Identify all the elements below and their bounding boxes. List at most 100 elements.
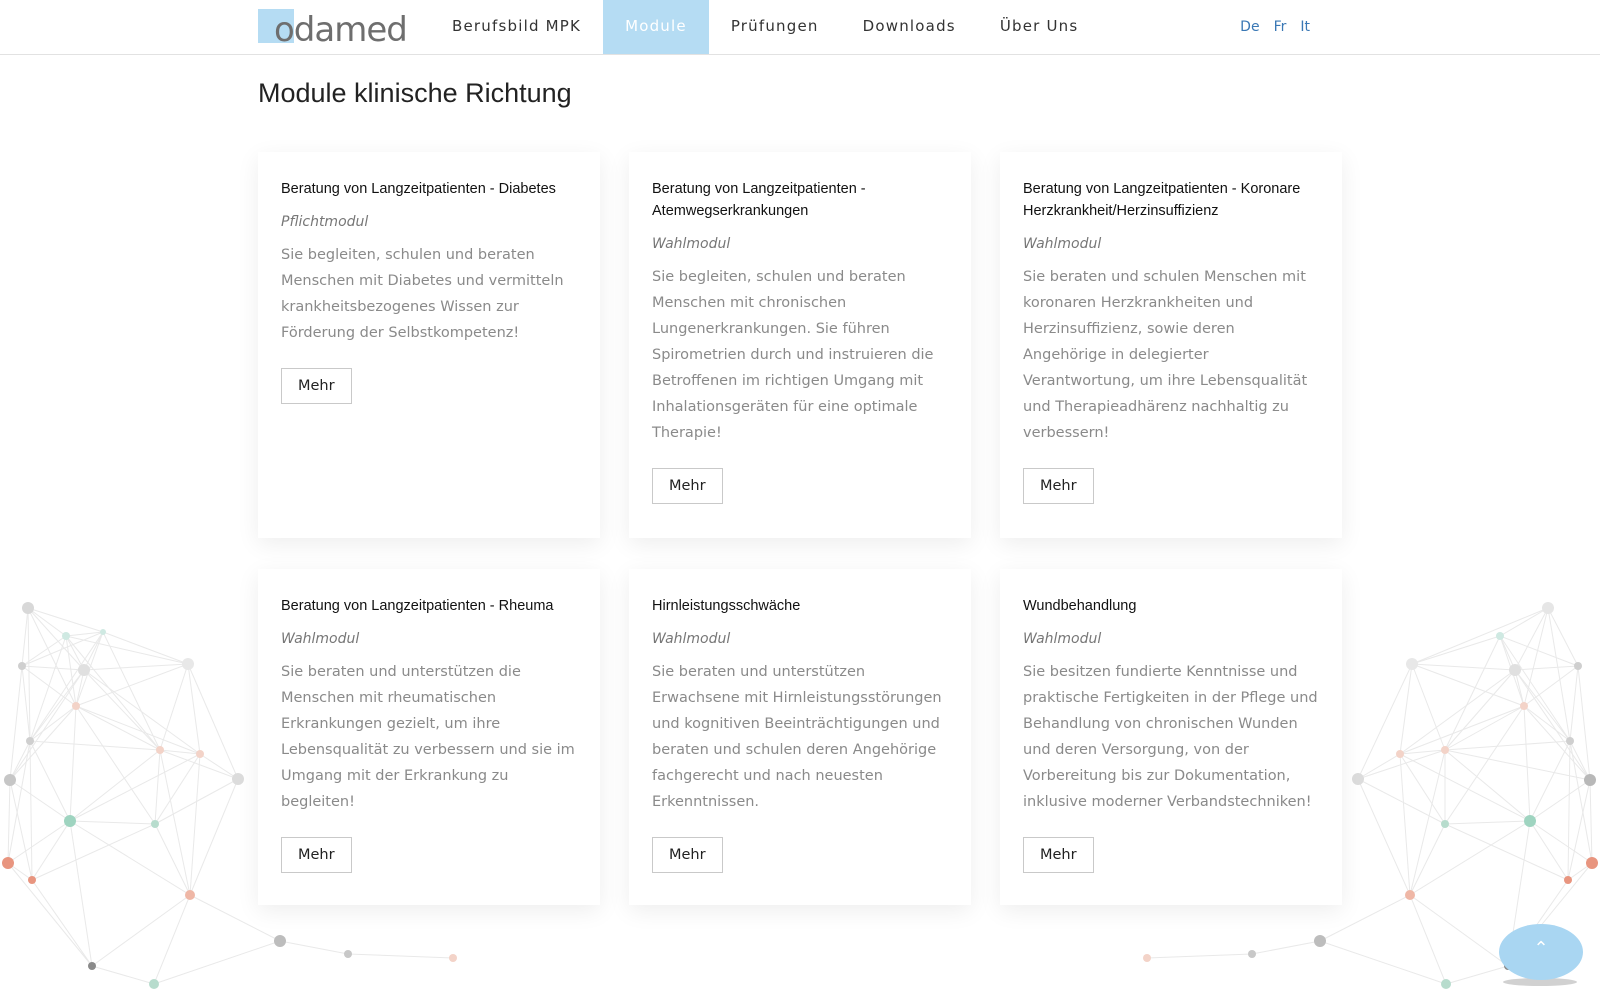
network-line — [153, 940, 281, 985]
network-line — [1399, 753, 1411, 896]
network-line — [1444, 669, 1516, 751]
network-node — [1441, 820, 1449, 828]
network-line — [1399, 705, 1525, 755]
network-line — [1577, 665, 1591, 781]
network-line — [279, 940, 349, 955]
module-description: Sie begleiten, schulen und beraten Mensc… — [652, 269, 934, 441]
network-line — [27, 607, 67, 637]
network-node — [344, 950, 352, 958]
network-node — [78, 664, 90, 676]
network-line — [1146, 953, 1253, 959]
network-line — [1567, 740, 1571, 881]
network-line — [31, 879, 93, 967]
network-line — [347, 953, 454, 959]
network-node — [1584, 774, 1596, 786]
network-line — [69, 820, 93, 967]
module-title: Beratung von Langzeitpatienten - Diabete… — [281, 181, 556, 197]
network-line — [159, 663, 189, 751]
scroll-to-top-button[interactable]: ⌃ — [1499, 924, 1583, 980]
module-description: Sie beraten und unterstützen Erwachsene … — [652, 664, 942, 810]
network-line — [1357, 778, 1446, 825]
module-type: Wahlmodul — [1023, 236, 1102, 252]
logo[interactable]: odamed — [258, 8, 408, 50]
network-line — [1569, 665, 1579, 742]
network-node — [151, 820, 159, 828]
page-title: Module klinische Richtung — [258, 78, 572, 108]
network-line — [83, 669, 161, 751]
network-line — [1589, 779, 1593, 864]
network-node — [62, 632, 70, 640]
network-node — [1496, 632, 1504, 640]
network-node — [1441, 746, 1449, 754]
network-line — [1411, 635, 1501, 665]
mehr-button[interactable]: Mehr — [652, 468, 723, 504]
network-line — [69, 753, 201, 822]
site-header: odamed Berufsbild MPK Module Prüfungen D… — [0, 0, 1600, 55]
network-line — [1411, 607, 1549, 665]
network-line — [1529, 740, 1571, 822]
network-line — [1514, 669, 1591, 781]
network-line — [1514, 665, 1579, 671]
network-line — [83, 669, 201, 755]
module-type: Pflichtmodul — [281, 214, 369, 230]
network-line — [1251, 940, 1321, 955]
network-line — [1529, 820, 1593, 864]
network-line — [1445, 965, 1509, 985]
nav-item-module[interactable]: Module — [603, 0, 709, 54]
module-description: Sie besitzen fundierte Kenntnisse und pr… — [1023, 664, 1318, 810]
network-line — [1319, 940, 1447, 985]
network-line — [83, 663, 189, 671]
network-node — [1574, 662, 1582, 670]
mehr-button[interactable]: Mehr — [1023, 837, 1094, 873]
mehr-button[interactable]: Mehr — [281, 368, 352, 404]
network-line — [75, 663, 189, 707]
network-line — [1399, 753, 1446, 825]
network-node — [2, 857, 14, 869]
module-grid: Beratung von Langzeitpatienten - Diabete… — [258, 152, 1342, 905]
network-line — [1411, 663, 1516, 671]
network-node — [185, 890, 195, 900]
mehr-button[interactable]: Mehr — [652, 837, 723, 873]
lang-de-link[interactable]: De — [1240, 0, 1259, 54]
network-node — [1524, 815, 1536, 827]
network-node — [4, 774, 16, 786]
module-card-atemwege: Beratung von Langzeitpatienten - Atemweg… — [629, 152, 971, 538]
network-line — [1409, 749, 1446, 896]
network-line — [1357, 778, 1411, 896]
network-node — [1248, 950, 1256, 958]
network-node — [88, 962, 96, 970]
network-line — [1444, 820, 1531, 825]
mehr-button[interactable]: Mehr — [281, 837, 352, 873]
module-title: Beratung von Langzeitpatienten - Atemweg… — [652, 181, 866, 219]
network-node — [1314, 935, 1326, 947]
mehr-button[interactable]: Mehr — [1023, 468, 1094, 504]
network-line — [29, 635, 67, 742]
module-description: Sie beraten und unterstützen die Mensche… — [281, 664, 575, 810]
nav-item-ueber-uns[interactable]: Über Uns — [978, 0, 1101, 54]
network-line — [1411, 663, 1525, 707]
network-line — [7, 820, 71, 864]
lang-fr-link[interactable]: Fr — [1274, 0, 1287, 54]
network-node — [1143, 954, 1151, 962]
nav-item-berufsbild[interactable]: Berufsbild MPK — [430, 0, 603, 54]
module-title: Hirnleistungsschwäche — [652, 598, 801, 614]
module-card-diabetes: Beratung von Langzeitpatienten - Diabete… — [258, 152, 600, 538]
network-line — [7, 779, 11, 864]
module-description: Sie begleiten, schulen und beraten Mensc… — [281, 247, 564, 341]
module-card-wundbehandlung: Wundbehandlung Wahlmodul Sie besitzen fu… — [1000, 569, 1342, 905]
network-node — [1520, 702, 1528, 710]
module-description: Sie beraten und schulen Menschen mit kor… — [1023, 269, 1308, 441]
network-line — [9, 665, 23, 781]
network-node — [1586, 857, 1598, 869]
nav-item-downloads[interactable]: Downloads — [841, 0, 978, 54]
network-node — [26, 737, 34, 745]
nav-item-pruefungen[interactable]: Prüfungen — [709, 0, 841, 54]
network-node — [1406, 658, 1418, 670]
module-title: Beratung von Langzeitpatienten - Rheuma — [281, 598, 554, 614]
network-line — [29, 740, 161, 751]
network-node — [274, 935, 286, 947]
language-switcher: De Fr It — [1240, 0, 1310, 54]
network-node — [72, 702, 80, 710]
lang-it-link[interactable]: It — [1300, 0, 1310, 54]
network-line — [1411, 663, 1446, 751]
